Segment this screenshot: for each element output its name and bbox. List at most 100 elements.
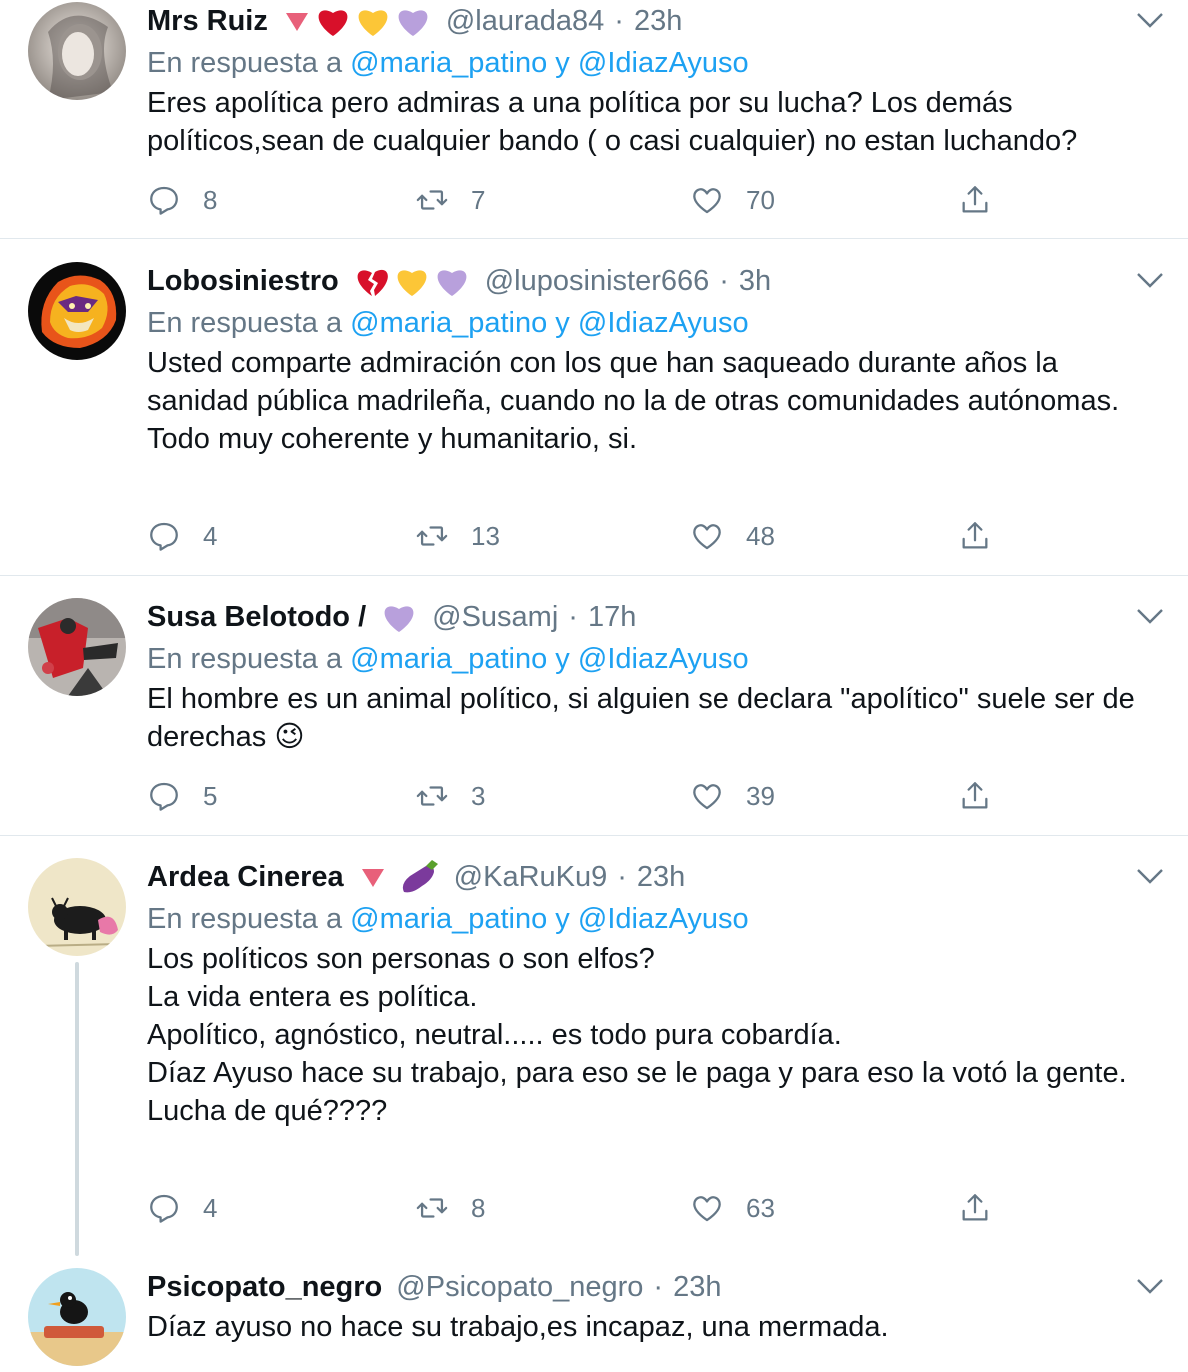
share-button[interactable] bbox=[958, 516, 992, 556]
thread-connector bbox=[75, 962, 79, 1256]
share-button[interactable] bbox=[958, 776, 992, 816]
display-name[interactable]: Psicopato_negro bbox=[147, 1266, 382, 1308]
chevron-down-icon[interactable] bbox=[1132, 858, 1168, 894]
heart-icon bbox=[693, 784, 721, 810]
heart-icon bbox=[693, 524, 721, 550]
tweet-divider bbox=[0, 835, 1188, 836]
mention-link[interactable]: @IdiazAyuso bbox=[578, 307, 749, 339]
tweet-divider bbox=[0, 575, 1188, 576]
timestamp[interactable]: 17h bbox=[588, 596, 636, 638]
display-name[interactable]: Ardea Cinerea bbox=[147, 856, 344, 898]
reply-icon bbox=[150, 1194, 178, 1223]
share-button[interactable] bbox=[958, 1188, 992, 1228]
user-handle[interactable]: @KaRuKu9 bbox=[454, 856, 608, 898]
retweet-button[interactable]: 13 bbox=[415, 516, 500, 556]
reply-button[interactable]: 4 bbox=[147, 516, 217, 556]
heart-icon bbox=[693, 188, 721, 214]
timestamp[interactable]: 23h bbox=[637, 856, 685, 898]
retweet-icon bbox=[416, 526, 448, 546]
purple-heart-emoji-icon bbox=[398, 10, 428, 36]
tweet-header: Lobosiniestro @luposinister666 · 3h bbox=[147, 260, 1148, 302]
like-button[interactable]: 48 bbox=[690, 516, 775, 556]
tweet[interactable]: Mrs Ruiz @laurada84 · 23h En respuesta a… bbox=[0, 0, 1188, 238]
retweet-button[interactable]: 3 bbox=[415, 776, 485, 816]
reply-context: En respuesta a @maria_patino y @IdiazAyu… bbox=[147, 42, 1148, 84]
reply-joiner: y bbox=[547, 47, 578, 79]
tweet-actions: 4 13 48 bbox=[147, 516, 1027, 556]
tweet[interactable]: Lobosiniestro @luposinister666 · 3h En r… bbox=[0, 260, 1188, 575]
timestamp[interactable]: 23h bbox=[673, 1266, 721, 1308]
avatar[interactable] bbox=[28, 598, 126, 696]
avatar[interactable] bbox=[28, 858, 126, 956]
reply-button[interactable]: 5 bbox=[147, 776, 217, 816]
down-triangle-emoji-icon bbox=[361, 869, 384, 887]
chevron-down-icon[interactable] bbox=[1132, 2, 1168, 38]
reply-icon bbox=[150, 186, 178, 215]
user-handle[interactable]: @luposinister666 bbox=[485, 260, 710, 302]
like-count: 63 bbox=[746, 1192, 775, 1223]
mention-link[interactable]: @maria_patino bbox=[350, 643, 547, 675]
reply-icon bbox=[150, 522, 178, 551]
like-button[interactable]: 63 bbox=[690, 1188, 775, 1228]
timestamp[interactable]: 23h bbox=[634, 0, 682, 42]
chevron-down-icon[interactable] bbox=[1132, 1268, 1168, 1304]
reply-joiner: y bbox=[547, 903, 578, 935]
purple-heart-emoji-icon bbox=[437, 270, 467, 296]
tweet-header: Mrs Ruiz @laurada84 · 23h bbox=[147, 0, 1148, 42]
mention-link[interactable]: @IdiazAyuso bbox=[578, 47, 749, 79]
reply-context: En respuesta a @maria_patino y @IdiazAyu… bbox=[147, 302, 1148, 344]
reply-prefix: En respuesta a bbox=[147, 307, 351, 339]
emoji-group bbox=[380, 599, 418, 635]
user-handle[interactable]: @Psicopato_negro bbox=[396, 1266, 643, 1308]
reply-count: 4 bbox=[203, 520, 218, 551]
avatar[interactable] bbox=[28, 262, 126, 360]
avatar[interactable] bbox=[28, 1268, 126, 1366]
mention-link[interactable]: @maria_patino bbox=[350, 307, 547, 339]
reply-context: En respuesta a @maria_patino y @IdiazAyu… bbox=[147, 638, 1148, 680]
purple-heart-emoji-icon bbox=[384, 606, 414, 632]
share-button[interactable] bbox=[958, 180, 992, 220]
emoji-group bbox=[282, 3, 432, 39]
tweet-text: Usted comparte admiración con los que ha… bbox=[147, 347, 1120, 455]
like-count: 48 bbox=[746, 520, 775, 551]
user-handle[interactable]: @Susamj bbox=[432, 596, 558, 638]
separator-dot: · bbox=[614, 5, 624, 37]
tweet-text: El hombre es un animal político, si algu… bbox=[147, 683, 1135, 753]
display-name[interactable]: Susa Belotodo / bbox=[147, 596, 366, 638]
reply-button[interactable]: 8 bbox=[147, 180, 217, 220]
tweet[interactable]: Susa Belotodo / @Susamj · 17h En respues… bbox=[0, 596, 1188, 834]
reply-joiner: y bbox=[547, 643, 578, 675]
broken-heart-emoji-icon bbox=[357, 269, 388, 296]
like-count: 39 bbox=[746, 780, 775, 811]
like-button[interactable]: 70 bbox=[690, 180, 775, 220]
tweet-header: Psicopato_negro @Psicopato_negro · 23h bbox=[147, 1266, 1148, 1308]
chevron-down-icon[interactable] bbox=[1132, 598, 1168, 634]
reply-context: En respuesta a @maria_patino y @IdiazAyu… bbox=[147, 898, 1148, 940]
share-icon bbox=[962, 522, 988, 549]
tweet-actions: 4 8 63 bbox=[147, 1188, 1027, 1228]
tweet[interactable]: Ardea Cinerea @KaRuKu9 · 23h En respuest… bbox=[0, 856, 1188, 1256]
like-button[interactable]: 39 bbox=[690, 776, 775, 816]
reply-icon bbox=[150, 782, 178, 811]
chevron-down-icon[interactable] bbox=[1132, 262, 1168, 298]
avatar[interactable] bbox=[28, 2, 126, 100]
retweet-count: 8 bbox=[471, 1192, 486, 1223]
display-name[interactable]: Mrs Ruiz bbox=[147, 0, 268, 42]
timestamp[interactable]: 3h bbox=[739, 260, 771, 302]
mention-link[interactable]: @IdiazAyuso bbox=[578, 903, 749, 935]
mention-link[interactable]: @IdiazAyuso bbox=[578, 643, 749, 675]
retweet-count: 7 bbox=[471, 184, 486, 215]
retweet-button[interactable]: 7 bbox=[415, 180, 485, 220]
tweet[interactable]: Psicopato_negro @Psicopato_negro · 23h D… bbox=[0, 1266, 1188, 1372]
retweet-button[interactable]: 8 bbox=[415, 1188, 485, 1228]
yellow-heart-emoji-icon bbox=[397, 270, 427, 296]
separator-dot: · bbox=[568, 601, 578, 633]
reply-button[interactable]: 4 bbox=[147, 1188, 217, 1228]
display-name[interactable]: Lobosiniestro bbox=[147, 260, 339, 302]
mention-link[interactable]: @maria_patino bbox=[350, 47, 547, 79]
tweet-text: Eres apolítica pero admiras a una políti… bbox=[147, 87, 1078, 157]
user-handle[interactable]: @laurada84 bbox=[446, 0, 604, 42]
tweet-divider bbox=[0, 238, 1188, 239]
heart-icon bbox=[693, 1196, 721, 1222]
mention-link[interactable]: @maria_patino bbox=[350, 903, 547, 935]
